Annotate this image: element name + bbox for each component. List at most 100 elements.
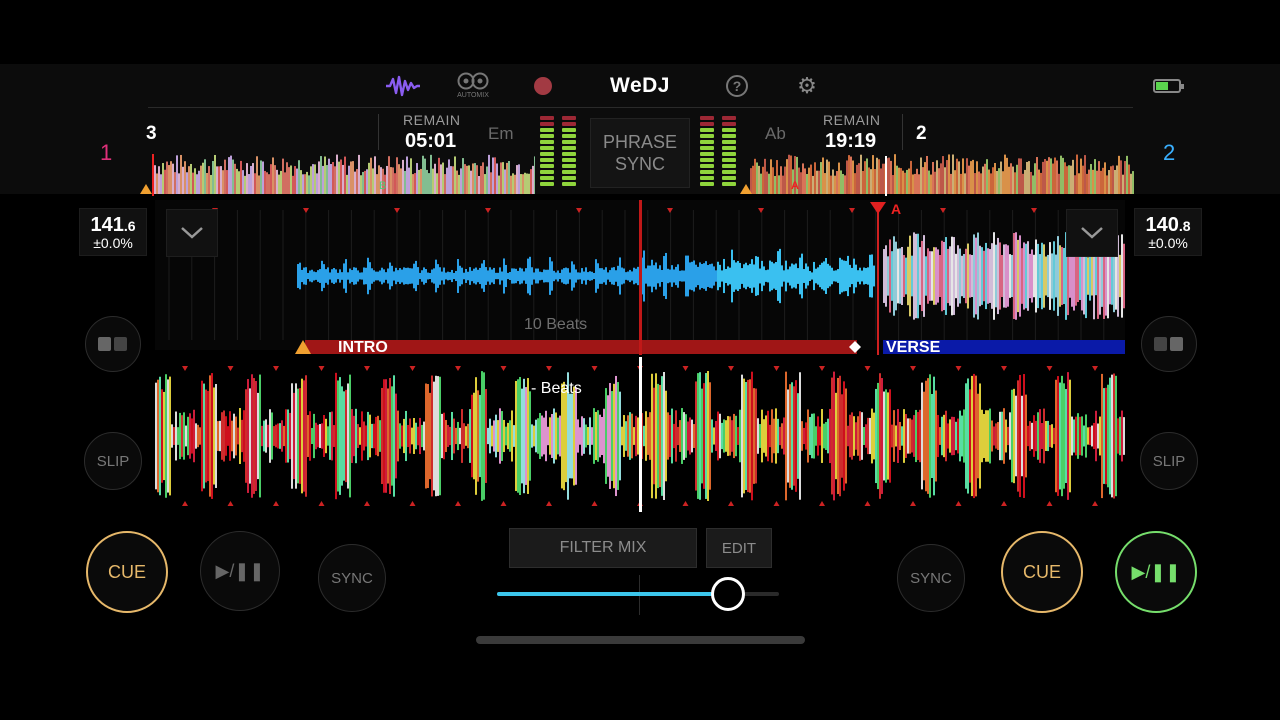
waveform-bar — [357, 270, 359, 282]
waveform-bar — [727, 266, 729, 286]
filter-mix-button[interactable]: FILTER MIX — [509, 528, 697, 568]
waveform-bar — [445, 272, 447, 280]
waveform-bar — [733, 260, 735, 292]
deck-1-play-pause-button[interactable]: ▶/❚❚ — [200, 531, 280, 611]
waveform-bar — [823, 261, 825, 291]
waveform-bar — [629, 269, 631, 283]
deck-2-cue-button[interactable]: CUE — [1001, 531, 1083, 613]
deck-2-collapse-button[interactable] — [1066, 209, 1118, 257]
deck-1-sync-button[interactable]: SYNC — [318, 544, 386, 612]
waveform-bar — [795, 263, 797, 289]
waveform-bar — [893, 410, 895, 462]
deck-1-collapse-button[interactable] — [166, 209, 218, 257]
overview-bar — [398, 164, 400, 194]
edit-button[interactable]: EDIT — [706, 528, 772, 568]
overview-bar — [292, 175, 294, 194]
phrase-sync-button[interactable]: PHRASE SYNC — [590, 118, 690, 188]
deck-1-slip-button[interactable]: SLIP — [84, 432, 142, 490]
overview-bar — [170, 161, 172, 194]
waveform-bar — [531, 267, 533, 285]
waveform-bar — [397, 270, 399, 282]
overview-bar — [190, 163, 192, 194]
waveform-view-icon[interactable] — [384, 72, 422, 100]
overview-bar — [900, 168, 902, 194]
waveform-bar — [733, 413, 735, 459]
overview-bar — [940, 163, 942, 194]
waveform-bar — [659, 384, 661, 488]
overview-bar — [994, 162, 996, 194]
deck-1-overview-waveform[interactable] — [140, 150, 535, 196]
automix-button[interactable]: AUTOMIX — [454, 72, 492, 102]
waveform-bar — [483, 260, 485, 292]
deck-1-cue-button[interactable]: CUE — [86, 531, 168, 613]
waveform-bar — [927, 248, 929, 304]
waveform-bar — [1007, 245, 1009, 307]
waveform-bar — [677, 264, 679, 288]
waveform-bar — [377, 415, 379, 457]
deck-1-bpm-display[interactable]: 141.6 ±0.0% — [79, 208, 147, 256]
overview-bar — [440, 164, 442, 194]
waveform-bar — [485, 389, 487, 483]
overview-bar — [860, 154, 862, 194]
overview-bar — [238, 171, 240, 194]
waveform-bar — [157, 379, 159, 493]
waveform-bar — [707, 265, 709, 287]
waveform-bar — [857, 270, 859, 282]
waveform-bar — [705, 261, 707, 291]
waveform-bar — [971, 254, 973, 298]
waveform-bar — [405, 410, 407, 462]
zoomed-waveform-area[interactable] — [155, 200, 1125, 512]
waveform-bar — [215, 384, 217, 488]
overview-bar — [830, 175, 832, 194]
waveform-bar — [1117, 418, 1119, 454]
beat-marker — [682, 501, 689, 506]
waveform-bar — [387, 268, 389, 284]
waveform-bar — [799, 257, 801, 295]
overview-bar — [1004, 154, 1006, 194]
gear-icon[interactable]: ⚙ — [795, 73, 819, 98]
waveform-bar — [761, 409, 763, 463]
waveform-bar — [931, 251, 933, 301]
deck-1-pad-mode-button[interactable] — [85, 316, 141, 372]
deck-2-slip-button[interactable]: SLIP — [1140, 432, 1198, 490]
waveform-bar — [945, 237, 947, 315]
waveform-bar — [457, 259, 459, 293]
waveform-bar — [643, 250, 645, 302]
record-button[interactable] — [534, 77, 552, 95]
overview-bar — [1112, 165, 1114, 194]
waveform-bar — [527, 258, 529, 294]
crossfader-knob[interactable] — [711, 577, 746, 611]
waveform-bar — [603, 269, 605, 283]
waveform-bar — [319, 269, 321, 283]
waveform-bar — [213, 387, 215, 485]
waveform-bar — [793, 264, 795, 288]
deck-2-pad-mode-button[interactable] — [1141, 316, 1197, 372]
waveform-bar — [949, 419, 951, 453]
waveform-bar — [1061, 375, 1063, 497]
waveform-bar — [433, 268, 435, 284]
waveform-bar — [361, 411, 363, 461]
waveform-bar — [497, 420, 499, 452]
overview-bar — [250, 165, 252, 194]
overview-bar — [476, 165, 478, 194]
waveform-bar — [339, 269, 341, 283]
waveform-bar — [715, 420, 717, 452]
deck-2-bpm-display[interactable]: 140.8 ±0.0% — [1134, 208, 1202, 256]
deck-2-overview-marker-a: A — [791, 180, 799, 192]
level-meter-column — [562, 116, 576, 188]
waveform-bar — [161, 389, 163, 483]
waveform-bar — [525, 387, 527, 485]
overview-bar — [1122, 174, 1124, 194]
waveform-bar — [1033, 254, 1035, 298]
waveform-bar — [407, 267, 409, 285]
deck-2-play-pause-button[interactable]: ▶/❚❚ — [1115, 531, 1197, 613]
waveform-bar — [527, 378, 529, 494]
waveform-bar — [581, 416, 583, 456]
help-icon[interactable]: ? — [726, 75, 748, 97]
waveform-bar — [329, 412, 331, 460]
waveform-bar — [813, 413, 815, 459]
deck-2-sync-button[interactable]: SYNC — [897, 544, 965, 612]
waveform-bar — [579, 427, 581, 445]
beat-marker — [682, 366, 689, 371]
waveform-bar — [477, 269, 479, 283]
